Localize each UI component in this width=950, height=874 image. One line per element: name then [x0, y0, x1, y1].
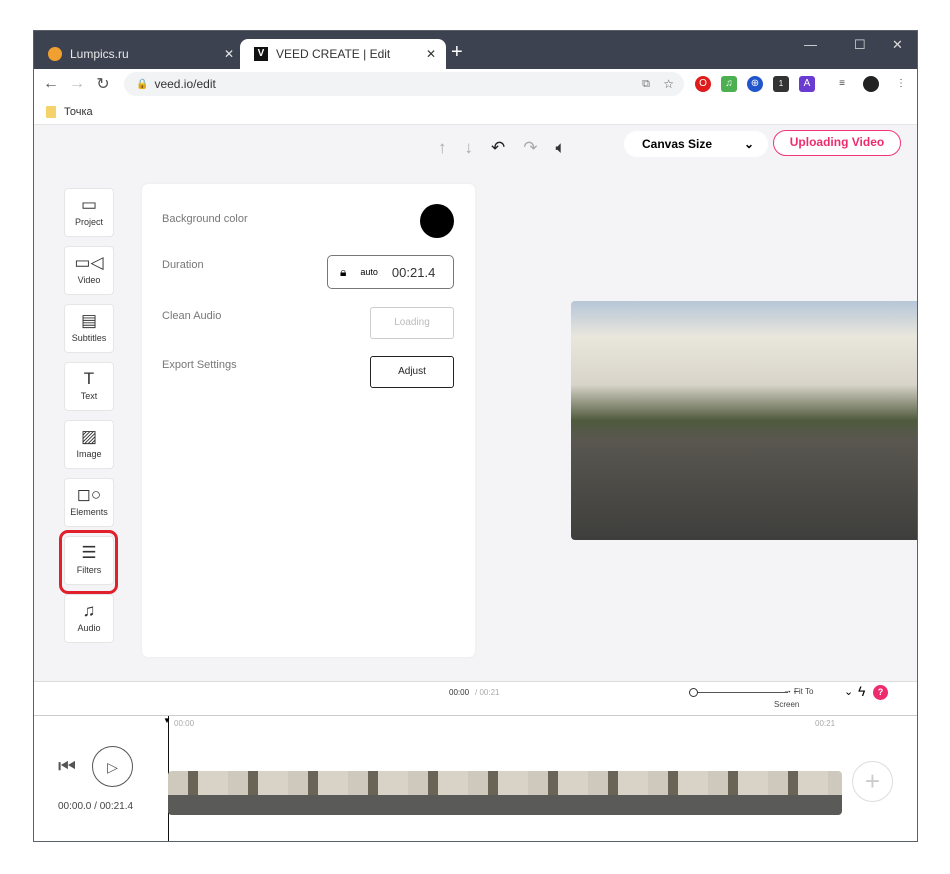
export-settings-label: Export Settings	[162, 359, 237, 371]
sidebar-item-audio[interactable]: ♫ Audio	[64, 594, 114, 643]
add-clip-button[interactable]: +	[852, 761, 893, 802]
duration-mode: auto	[360, 267, 378, 277]
bookmarks-bar: Точка	[34, 99, 917, 125]
label: Video	[77, 275, 101, 285]
fit-to-screen[interactable]: Fit To	[794, 687, 813, 696]
label: Image	[76, 449, 102, 459]
background-color-swatch[interactable]	[420, 204, 454, 238]
label: Project	[74, 217, 103, 227]
tab-bar: Lumpics.ru ✕ V VEED CREATE | Edit ✕ + — ☐ ✕	[34, 31, 917, 69]
sidebar-item-video[interactable]: ▭◁ Video	[64, 246, 114, 295]
ruler-end: 00:21	[815, 719, 836, 728]
url-text: veed.io/edit	[154, 77, 216, 91]
playhead-marker-icon: ▼	[163, 716, 171, 725]
lumpics-favicon-icon	[48, 47, 62, 61]
ruler-start: 00:00	[174, 719, 195, 728]
tab-lumpics[interactable]: Lumpics.ru ✕	[34, 39, 244, 69]
project-settings-panel: Background color Duration 🔒︎ auto 00:21.4 …	[142, 184, 475, 657]
lock-icon: 🔒	[136, 78, 149, 90]
vpn-ext-icon[interactable]: ⊕	[747, 76, 763, 92]
video-preview[interactable]	[571, 301, 917, 540]
tab-veed[interactable]: V VEED CREATE | Edit ✕	[240, 39, 446, 69]
sidebar-item-image[interactable]: ▨ Image	[64, 420, 114, 469]
close-tab-icon[interactable]: ✕	[426, 47, 436, 61]
duration-label: Duration	[162, 259, 204, 271]
music-ext-icon[interactable]: ♫	[721, 76, 737, 92]
reload-icon[interactable]: ↻	[90, 74, 116, 94]
label: Subtitles	[71, 333, 107, 343]
move-up-icon[interactable]: ↑	[438, 138, 447, 158]
canvas-size-dropdown[interactable]: Canvas Size ⌄	[624, 131, 768, 157]
project-icon: ▭	[80, 195, 98, 214]
media-icon[interactable]: ≡	[834, 76, 850, 92]
volume-icon[interactable]: 🔈︎	[556, 138, 566, 158]
close-tab-icon[interactable]: ✕	[224, 47, 234, 61]
ext-badge: 1	[778, 79, 784, 88]
undo-icon[interactable]: ↶	[491, 138, 505, 158]
player-time: 00:00.0 / 00:21.4	[58, 801, 134, 812]
zoom-slider-handle[interactable]	[689, 688, 698, 697]
opera-ext-icon[interactable]: O	[695, 76, 711, 92]
box-ext-icon[interactable]: 1	[773, 76, 789, 92]
uploading-video-button[interactable]: Uploading Video	[773, 130, 901, 156]
current-time: 00:00	[449, 688, 470, 697]
label: Elements	[70, 507, 108, 517]
folder-icon	[46, 105, 56, 118]
back-icon[interactable]: ←	[38, 75, 64, 93]
duration-value: 00:21.4	[391, 264, 436, 280]
bookmark-tochka[interactable]: Точка	[64, 106, 93, 118]
skip-back-icon[interactable]: ⏮︎	[58, 756, 76, 779]
fit-to-screen-2[interactable]: Screen	[774, 700, 799, 709]
video-icon: ▭◁	[74, 253, 104, 272]
browser-window: Lumpics.ru ✕ V VEED CREATE | Edit ✕ + — ☐ ✕…	[33, 30, 918, 842]
image-icon: ▨	[80, 427, 98, 446]
ad-ext-icon[interactable]: A	[799, 76, 815, 92]
zoom-slider-track[interactable]	[698, 692, 788, 693]
clean-audio-button[interactable]: Loading	[370, 307, 454, 339]
canvas-size-label: Canvas Size	[642, 137, 713, 151]
total-time: / 00:21	[475, 688, 500, 697]
redo-icon[interactable]: ↷	[523, 138, 537, 158]
veed-editor: ↑ ↓ ↶ ↷ 🔈︎ Canvas Size ⌄ Uploading Video …	[34, 126, 917, 841]
avatar[interactable]	[863, 76, 879, 92]
play-button[interactable]: ▷	[92, 746, 133, 787]
maximize-icon[interactable]: ☐	[854, 37, 866, 53]
star-icon[interactable]: ☆	[663, 77, 674, 91]
label: Text	[80, 391, 98, 401]
translate-icon[interactable]: ⧉	[642, 78, 650, 91]
audio-icon: ♫	[82, 601, 96, 620]
lock-icon[interactable]: 🔒︎	[340, 265, 346, 280]
chevron-down-icon[interactable]: ⌄	[844, 685, 853, 698]
sidebar-item-text[interactable]: T Text	[64, 362, 114, 411]
tab-title: Lumpics.ru	[70, 47, 129, 61]
subtitles-icon: ▤	[80, 311, 98, 330]
elements-icon: ◻○	[76, 485, 102, 504]
chevron-down-icon: ⌄	[743, 137, 754, 151]
sidebar-item-project[interactable]: ▭ Project	[64, 188, 114, 237]
timeline: ⏮︎ ▷ 00:00.0 / 00:21.4 ▼ 00:00 00:21 +	[34, 716, 917, 841]
lightning-icon[interactable]: ϟ	[858, 683, 865, 699]
help-button[interactable]: ?	[873, 685, 888, 700]
menu-icon[interactable]: ⋮	[893, 76, 909, 92]
background-color-label: Background color	[162, 213, 248, 225]
video-clip-track[interactable]	[168, 771, 842, 815]
tab-title: VEED CREATE | Edit	[276, 47, 391, 61]
filters-highlight	[59, 530, 118, 594]
clean-audio-label: Clean Audio	[162, 310, 222, 322]
close-window-icon[interactable]: ✕	[892, 37, 903, 53]
sidebar-item-subtitles[interactable]: ▤ Subtitles	[64, 304, 114, 353]
move-down-icon[interactable]: ↓	[465, 138, 474, 158]
adjust-button[interactable]: Adjust	[370, 356, 454, 388]
minimize-icon[interactable]: —	[804, 37, 817, 52]
timeline-toolbar: 00:00 / 00:21 →← Fit To Screen ⌄ ϟ ?	[34, 681, 917, 716]
browser-toolbar: ← → ↻ 🔒 veed.io/edit ☆ ⧉ O ♫ ⊕ 1 A ≡ ⋮	[34, 69, 917, 99]
veed-favicon-icon: V	[254, 47, 268, 61]
forward-icon[interactable]: →	[64, 75, 90, 93]
sidebar-item-elements[interactable]: ◻○ Elements	[64, 478, 114, 527]
label: Audio	[77, 623, 101, 633]
duration-input[interactable]: 🔒︎ auto 00:21.4	[327, 255, 454, 289]
new-tab-icon[interactable]: +	[451, 41, 463, 64]
text-icon: T	[83, 369, 95, 388]
address-bar[interactable]: 🔒 veed.io/edit ☆ ⧉	[124, 72, 684, 96]
